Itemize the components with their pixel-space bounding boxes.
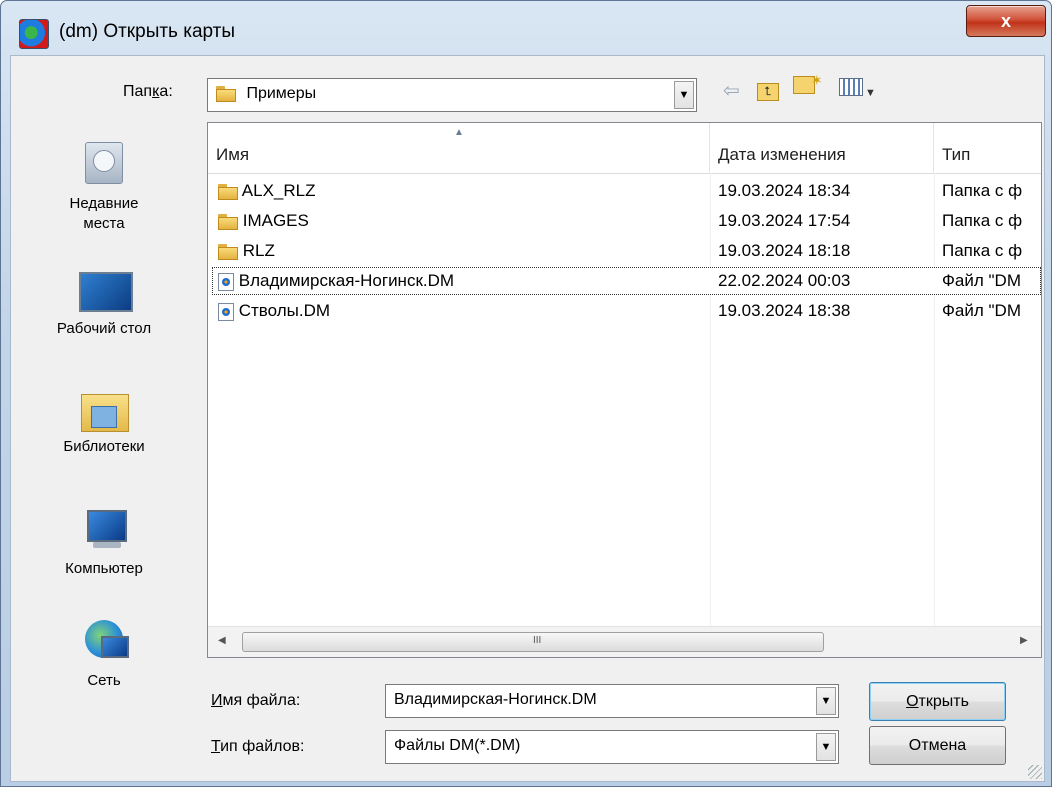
filetype-value: Файлы DM(*.DM) [394, 737, 521, 754]
item-name-cell: IMAGES [218, 211, 309, 231]
close-button[interactable]: x [966, 5, 1046, 37]
list-header: Имя ▲ Дата изменения Тип [208, 123, 1041, 174]
item-type: Папка с ф [942, 241, 1023, 260]
current-folder-name: Примеры [246, 85, 317, 102]
place-label: Сеть [87, 672, 121, 689]
item-date: 19.03.2024 18:38 [718, 301, 851, 320]
dm-file-icon [218, 272, 234, 291]
open-dialog-window: (dm) Открыть карты x Папка: Примеры ▼ ⇦ … [0, 0, 1052, 787]
libraries-icon [79, 384, 129, 432]
desktop-icon [79, 266, 133, 314]
file-list[interactable]: Имя ▲ Дата изменения Тип ALX_RLZ 19.03.2… [207, 122, 1042, 658]
dm-file-icon [218, 302, 234, 321]
list-item-selected[interactable]: Владимирская-Ногинск.DM 22.02.2024 00:03… [212, 267, 1041, 295]
app-globe-icon [19, 19, 49, 49]
up-folder-icon[interactable]: ⮤ [757, 78, 779, 101]
filetype-label: Тип файлов: [211, 738, 304, 756]
back-arrow-icon[interactable]: ⇦ [723, 78, 740, 103]
open-button[interactable]: Открыть [869, 682, 1006, 721]
filename-dropdown-button[interactable]: ▼ [816, 687, 836, 715]
item-name: Владимирская-Ногинск.DM [238, 271, 455, 290]
scroll-left-arrow-icon[interactable]: ◀ [218, 635, 226, 646]
item-date: 19.03.2024 18:34 [718, 181, 851, 200]
open-button-accel: О [906, 693, 919, 710]
item-name-cell: RLZ [218, 241, 275, 261]
view-menu-icon[interactable]: ▼ [839, 78, 876, 102]
item-type: Файл "DM [942, 271, 1021, 290]
filename-value: Владимирская-Ногинск.DM [394, 691, 597, 708]
sort-ascending-icon: ▲ [454, 127, 464, 138]
list-item[interactable]: IMAGES 19.03.2024 17:54 Папка с ф [212, 207, 1041, 235]
horizontal-scrollbar[interactable]: ◀ III ▶ [208, 626, 1041, 657]
place-label: Рабочий стол [56, 320, 152, 337]
filetype-dropdown-button[interactable]: ▼ [816, 733, 836, 761]
places-bar: Недавние места Рабочий стол Библиотеки К… [11, 122, 197, 722]
place-label: Компьютер [65, 560, 143, 577]
item-name: ALX_RLZ [241, 181, 316, 200]
item-name-cell: Владимирская-Ногинск.DM [218, 271, 454, 291]
scroll-right-arrow-icon[interactable]: ▶ [1020, 635, 1028, 646]
item-name: IMAGES [242, 211, 309, 230]
filetype-label-accel: Т [211, 738, 221, 755]
title-bar[interactable]: (dm) Открыть карты x [1, 1, 1051, 55]
item-type: Папка с ф [942, 181, 1023, 200]
filename-label: Имя файла: [211, 692, 300, 710]
folder-icon [218, 213, 238, 230]
network-icon [79, 618, 129, 666]
place-computer[interactable]: Компьютер [11, 506, 197, 577]
filetype-label-part: ип файлов: [220, 738, 305, 755]
folder-combo-value: Примеры [216, 85, 316, 103]
open-button-label: ткрыть [918, 693, 969, 710]
folder-icon [218, 183, 238, 200]
place-recent[interactable]: Недавние места [11, 140, 197, 234]
dialog-body: Папка: Примеры ▼ ⇦ ⮤ ✶ ▼ Недавние места … [10, 55, 1045, 782]
place-label: Библиотеки [63, 438, 145, 455]
folder-icon [218, 243, 238, 260]
item-type: Файл "DM [942, 301, 1021, 320]
folder-dropdown-button[interactable]: ▼ [674, 81, 694, 109]
place-libraries[interactable]: Библиотеки [11, 384, 197, 455]
folder-label-part: Пап [123, 83, 153, 100]
item-name: RLZ [242, 241, 275, 260]
resize-grip-icon[interactable] [1028, 765, 1042, 779]
new-folder-icon[interactable]: ✶ [793, 72, 823, 100]
filename-label-part: мя файла: [222, 692, 301, 709]
filetype-select[interactable]: Файлы DM(*.DM) ▼ [385, 730, 839, 764]
item-date: 19.03.2024 17:54 [718, 211, 851, 230]
place-label: Недавние места [69, 195, 139, 232]
window-title: (dm) Открыть карты [59, 21, 236, 42]
item-name: Стволы.DM [238, 301, 331, 320]
item-type: Папка с ф [942, 211, 1023, 230]
filename-label-accel: И [211, 692, 223, 709]
column-date-header[interactable]: Дата изменения [710, 123, 934, 173]
place-network[interactable]: Сеть [11, 618, 197, 689]
place-desktop[interactable]: Рабочий стол [11, 266, 197, 337]
list-item[interactable]: RLZ 19.03.2024 18:18 Папка с ф [212, 237, 1041, 265]
scrollbar-thumb[interactable]: III [242, 632, 824, 652]
item-date: 22.02.2024 00:03 [718, 271, 851, 290]
item-name-cell: Стволы.DM [218, 301, 330, 321]
folder-icon [216, 85, 236, 102]
item-name-cell: ALX_RLZ [218, 181, 316, 201]
item-date: 19.03.2024 18:18 [718, 241, 851, 260]
list-item[interactable]: Стволы.DM 19.03.2024 18:38 Файл "DM [212, 297, 1041, 325]
list-item[interactable]: ALX_RLZ 19.03.2024 18:34 Папка с ф [212, 177, 1041, 205]
column-type-header[interactable]: Тип [934, 123, 1041, 173]
folder-label-part: а: [159, 83, 173, 100]
folder-combo[interactable]: Примеры ▼ [207, 78, 697, 112]
filename-input[interactable]: Владимирская-Ногинск.DM ▼ [385, 684, 839, 718]
scrollbar-grip: III [533, 635, 542, 646]
computer-icon [79, 506, 129, 554]
folder-label: Папка: [123, 83, 173, 101]
cancel-button[interactable]: Отмена [869, 726, 1006, 765]
recent-places-icon [79, 140, 129, 188]
